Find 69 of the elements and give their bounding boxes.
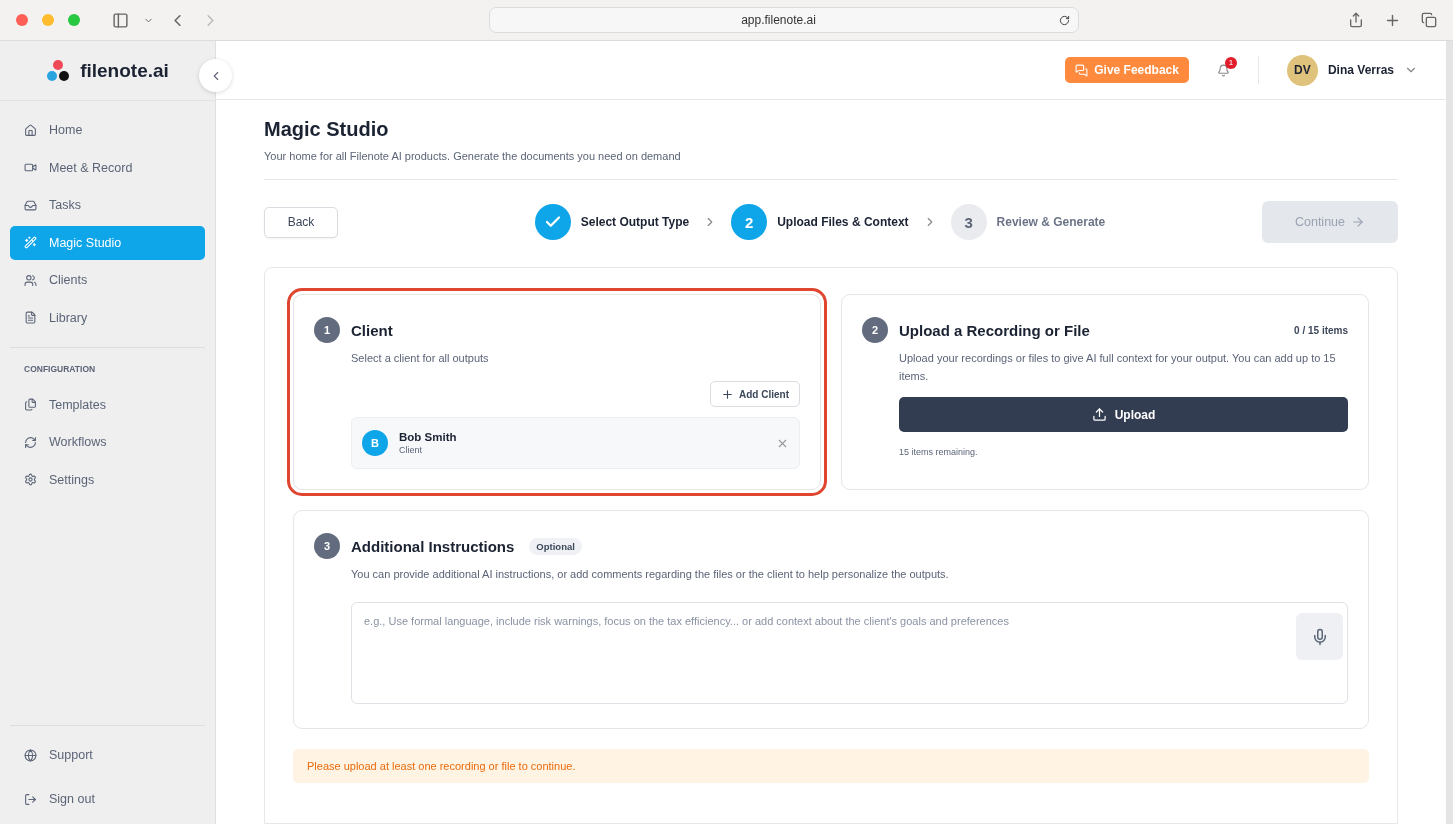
- card-description: Upload your recordings or files to give AI full context for your output. You can add up to 15 items.: [899, 351, 1337, 384]
- back-button[interactable]: Back: [264, 206, 338, 238]
- notification-count: 1: [1224, 56, 1237, 69]
- sidebar-item[interactable]: Templates: [10, 387, 205, 422]
- plus-icon: [721, 387, 734, 401]
- step-label: Upload Files & Context: [777, 215, 909, 229]
- sidebar-item[interactable]: Tasks: [10, 188, 205, 222]
- remaining-text: 15 items remaining.: [899, 447, 979, 457]
- upload-icon: [1091, 407, 1107, 422]
- home-icon: [24, 123, 37, 137]
- user-name: Dina Verras: [1327, 63, 1394, 77]
- card-title: Client: [351, 321, 393, 339]
- settings-icon: [24, 473, 37, 486]
- step-number: 2: [731, 204, 768, 240]
- share-icon[interactable]: [1348, 11, 1364, 28]
- close-window-button[interactable]: [16, 14, 28, 26]
- card-description: You can provide additional AI instructions, or add comments regarding the files or the client to help personalize the outputs.: [351, 567, 950, 582]
- item-count: 0 / 15 items: [1294, 324, 1348, 336]
- sidebar-item[interactable]: Workflows: [10, 425, 205, 459]
- tray-icon: [24, 198, 37, 212]
- sign-out-icon: [24, 792, 37, 806]
- step-number: 3: [314, 533, 340, 559]
- section-label: CONFIGURATION: [23, 362, 97, 376]
- chat-icon: [1075, 63, 1089, 77]
- logo-icon: [46, 58, 71, 83]
- upload-button[interactable]: Upload: [899, 397, 1348, 432]
- users-icon: [24, 273, 37, 287]
- sidebar-toggle-icon[interactable]: [112, 11, 129, 29]
- sidebar-item[interactable]: Library: [10, 300, 205, 335]
- tabs-icon[interactable]: [1421, 11, 1437, 28]
- sidebar-item[interactable]: Home: [10, 113, 205, 147]
- add-client-button[interactable]: Add Client: [710, 381, 800, 407]
- globe-icon: [24, 748, 37, 762]
- sidebar-item[interactable]: Clients: [10, 263, 205, 297]
- page-title: Magic Studio: [264, 118, 390, 141]
- card-title: Upload a Recording or File: [899, 321, 1090, 339]
- video-icon: [24, 161, 37, 174]
- address-bar[interactable]: app.filenote.ai: [489, 7, 1079, 33]
- url-text: app.filenote.ai: [741, 13, 816, 27]
- step-label: Select Output Type: [580, 215, 690, 229]
- arrow-right-icon: [1351, 215, 1365, 229]
- notifications-icon[interactable]: [1216, 63, 1230, 77]
- sidebar-item[interactable]: Sign out: [10, 782, 205, 816]
- client-role: Client: [399, 445, 423, 455]
- refresh-icon: [24, 435, 37, 449]
- maximize-window-button[interactable]: [68, 14, 80, 26]
- documents-icon: [24, 398, 37, 411]
- optional-badge: Optional: [529, 537, 582, 555]
- card-title: Additional Instructions: [351, 537, 515, 555]
- client-avatar: B: [362, 430, 388, 456]
- client-name: Bob Smith: [399, 431, 457, 443]
- sidebar-item[interactable]: Support: [10, 738, 205, 772]
- warning-message: Please upload at least one recording or file to continue.: [293, 749, 1369, 783]
- reload-icon[interactable]: [1059, 14, 1070, 26]
- page-subtitle: Your home for all Filenote AI products. Generate the documents you need on demand: [264, 150, 1398, 180]
- document-icon: [24, 311, 37, 324]
- user-avatar: DV: [1286, 54, 1318, 86]
- step-number: 3: [950, 204, 987, 240]
- card-description: Select a client for all outputs: [351, 351, 490, 366]
- sidebar-item[interactable]: Magic Studio: [10, 225, 205, 260]
- wand-icon: [24, 236, 37, 249]
- microphone-button[interactable]: [1296, 613, 1343, 660]
- instructions-box[interactable]: e.g., Use formal language, include risk warnings, focus on the tax efficiency... or add context about the client's goals and preferences: [351, 602, 1348, 704]
- step-number: 1: [314, 317, 340, 343]
- sidebar-item[interactable]: Settings: [10, 462, 205, 497]
- sidebar-item[interactable]: Meet & Record: [10, 150, 205, 185]
- step-number: 2: [862, 317, 888, 343]
- step-label: Review & Generate: [996, 215, 1106, 229]
- logo-text: filenote.ai: [80, 59, 169, 82]
